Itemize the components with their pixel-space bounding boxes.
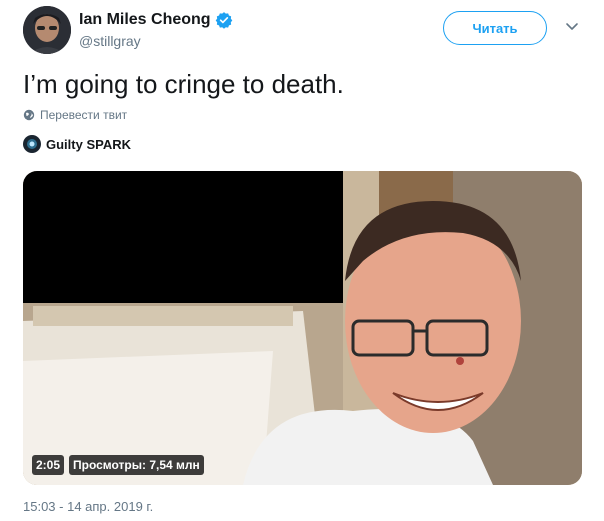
video-view-count: Просмотры: 7,54 млн	[69, 455, 204, 475]
video-player[interactable]: 2:05 Просмотры: 7,54 млн	[23, 171, 582, 485]
tweet-text: I’m going to cringe to death.	[23, 69, 344, 99]
globe-icon	[23, 109, 35, 121]
chevron-down-icon[interactable]	[564, 18, 580, 34]
follow-button[interactable]: Читать	[443, 11, 547, 45]
video-thumbnail	[23, 171, 582, 485]
source-avatar	[23, 135, 41, 153]
author-handle[interactable]: @stillgray	[79, 33, 141, 49]
source-name: Guilty SPARK	[46, 136, 131, 152]
verified-badge-icon	[215, 11, 233, 29]
embed-source[interactable]: Guilty SPARK	[23, 135, 131, 153]
translate-tweet-link[interactable]: Перевести твит	[23, 108, 127, 122]
author-name-row: Ian Miles Cheong	[79, 11, 233, 29]
author-display-name[interactable]: Ian Miles Cheong	[79, 11, 211, 29]
author-avatar[interactable]	[23, 6, 71, 54]
tweet-header: Ian Miles Cheong @stillgray Читать	[23, 6, 593, 54]
translate-label: Перевести твит	[40, 108, 128, 122]
video-duration: 2:05	[32, 455, 65, 475]
tweet-timestamp[interactable]: 15:03 - 14 апр. 2019 г.	[23, 499, 153, 514]
